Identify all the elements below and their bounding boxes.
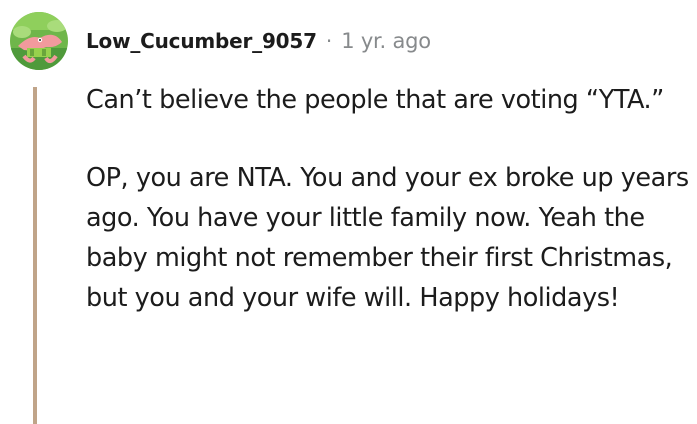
user-avatar[interactable] (10, 12, 68, 70)
username-link[interactable]: Low_Cucumber_9057 (86, 29, 317, 53)
patrick-star-avatar-icon (10, 12, 68, 70)
comment-paragraph: OP, you are NTA. You and your ex broke u… (86, 163, 689, 313)
comment: Low_Cucumber_9057 · 1 yr. ago Can’t beli… (0, 0, 697, 424)
comment-timestamp: 1 yr. ago (341, 29, 431, 53)
comment-meta: Low_Cucumber_9057 · 1 yr. ago (86, 27, 431, 55)
thread-collapse-line[interactable] (33, 87, 37, 424)
meta-separator: · (325, 29, 333, 53)
comment-body: Can’t believe the people that are voting… (86, 80, 691, 318)
comment-paragraph: Can’t believe the people that are voting… (86, 85, 664, 115)
